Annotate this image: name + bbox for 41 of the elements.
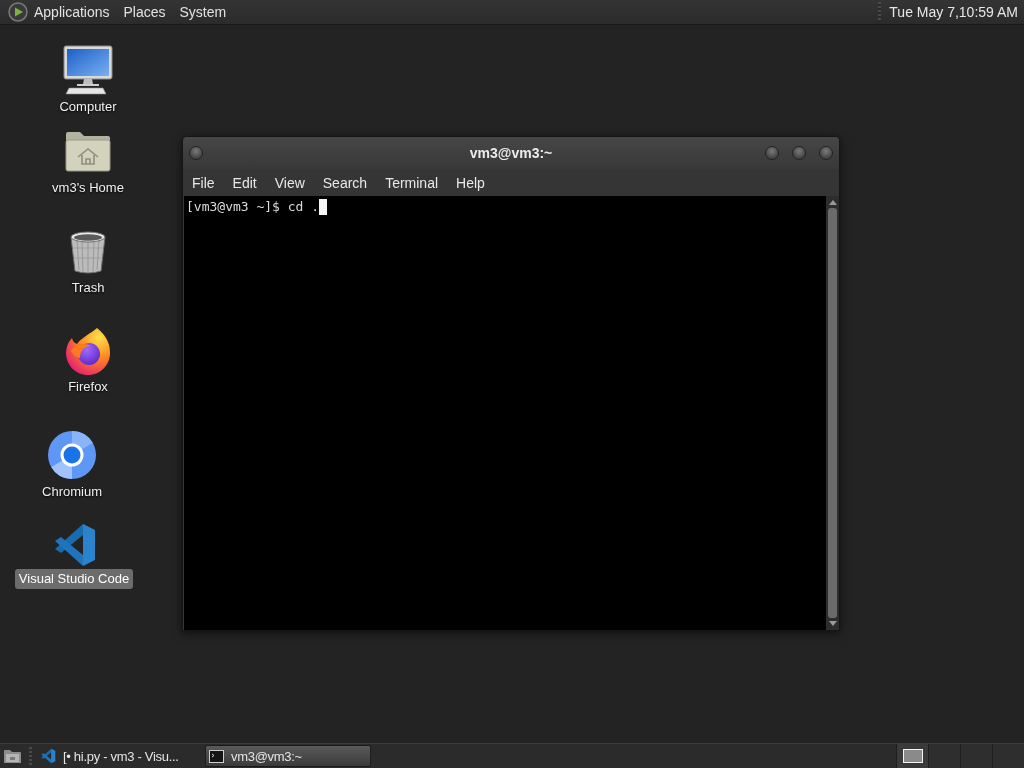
workspace-cell[interactable] (896, 744, 928, 768)
taskbar-window-button[interactable]: vm3@vm3:~ (205, 745, 371, 767)
trash-can-icon[interactable] (68, 230, 108, 274)
home-folder-icon[interactable] (65, 130, 111, 172)
menu-item[interactable]: Help (447, 174, 494, 191)
show-desktop-icon[interactable] (3, 748, 22, 764)
desktop-icon-label[interactable]: Visual Studio Code (14, 569, 134, 589)
ring-logo-icon[interactable] (47, 430, 97, 480)
scrollbar[interactable] (826, 196, 839, 630)
panel-menu[interactable]: Applications (34, 4, 110, 20)
desktop-icon-label[interactable]: Computer (55, 97, 121, 117)
clock[interactable]: Tue May 7,10:59 AM (889, 4, 1018, 20)
window-menu-button[interactable] (189, 146, 203, 160)
flame-logo-icon[interactable] (64, 327, 112, 375)
window-thumbnail-icon (902, 749, 923, 763)
text-cursor (319, 199, 328, 215)
taskbar-window-button[interactable]: [• hi.py - vm3 - Visu... (36, 745, 202, 767)
desktop-icon-label[interactable]: Trash (67, 278, 109, 298)
monitor-icon[interactable] (63, 45, 113, 95)
panel-logo-icon[interactable] (8, 2, 28, 22)
menu-item[interactable]: Edit (223, 174, 266, 191)
menu-item[interactable]: Terminal (376, 174, 448, 191)
ribbon-logo-icon (40, 748, 56, 764)
desktop-icon-label[interactable]: Chromium (38, 482, 106, 502)
panel-menu[interactable]: System (179, 4, 227, 20)
desktop-icon-label[interactable]: Firefox (64, 377, 112, 397)
menu-item[interactable]: View (265, 174, 314, 191)
terminal-line: [vm3@vm3 ~]$ cd . (186, 199, 320, 215)
maximize-button[interactable] (792, 146, 806, 160)
terminal-icon (209, 749, 224, 763)
menu-item[interactable]: Search (313, 174, 377, 191)
scroll-down-arrow-icon[interactable] (828, 621, 837, 626)
menu-item[interactable]: File (183, 174, 224, 191)
scrollbar-thumb[interactable] (828, 208, 837, 618)
close-button[interactable] (819, 146, 833, 160)
minimize-button[interactable] (765, 146, 779, 160)
window-title: vm3@vm3:~ (468, 145, 554, 161)
desktop-icon-label[interactable]: vm3's Home (48, 178, 128, 198)
terminal-area[interactable]: [vm3@vm3 ~]$ cd . (184, 196, 826, 630)
scroll-up-arrow-icon[interactable] (828, 200, 837, 205)
panel-menu[interactable]: Places (123, 4, 166, 20)
